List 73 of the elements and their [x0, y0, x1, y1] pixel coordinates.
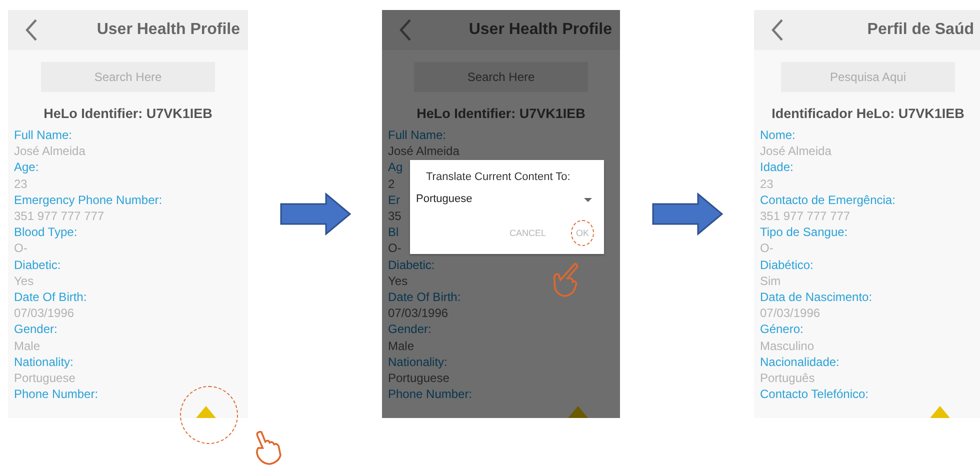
- field-value: O-: [14, 240, 28, 257]
- field-label: Nationality:: [14, 354, 74, 370]
- caret-icon: [584, 198, 592, 202]
- field-value: Portuguese: [388, 370, 450, 386]
- field-label: Phone Number:: [388, 386, 472, 402]
- field-label: Date Of Birth:: [388, 289, 461, 306]
- field-value: 07/03/1996: [388, 305, 448, 322]
- screen-title: User Health Profile: [468, 21, 612, 39]
- field-label: Nacionalidade:: [760, 354, 840, 370]
- field-label: Full Name:: [388, 127, 446, 144]
- dialog-title: Translate Current Content To:: [425, 170, 572, 183]
- field-label: Gender:: [14, 321, 58, 338]
- field-label: Diabético:: [760, 256, 814, 273]
- dialog-button[interactable]: OK: [570, 220, 594, 246]
- field-label: Gender:: [388, 321, 432, 338]
- scroll-up-button[interactable]: [568, 406, 588, 418]
- field-label: Data de Nascimento:: [760, 289, 872, 306]
- language-dropdown[interactable]: Portuguese: [416, 193, 598, 205]
- field-value: 35: [388, 208, 402, 224]
- field-value: José Almeida: [760, 143, 832, 160]
- field-value: 23: [760, 176, 774, 192]
- field-label: Idade:: [760, 159, 794, 176]
- search-field[interactable]: Search Here: [41, 62, 215, 92]
- right-arrow-icon: [280, 192, 352, 236]
- field-value: Yes: [388, 272, 408, 290]
- scroll-up-button[interactable]: [196, 406, 216, 418]
- field-value: 351 977 777 777: [14, 208, 104, 224]
- field-value: Yes: [14, 272, 34, 290]
- search-field[interactable]: Search Here: [414, 62, 588, 92]
- field-label: Nome:: [760, 127, 796, 144]
- identifier-text: HeLo Identifier: U7VK1IEB: [416, 106, 586, 121]
- field-label: Contacto Telefónico:: [760, 386, 869, 402]
- field-value: Male: [388, 338, 414, 354]
- field-value: 2: [388, 176, 395, 192]
- back-icon[interactable]: [24, 18, 38, 42]
- field-label: Phone Number:: [14, 386, 98, 402]
- field-value: O-: [760, 240, 774, 257]
- field-value: 351 977 777 777: [760, 208, 850, 224]
- dialog-button[interactable]: CANCEL: [504, 220, 551, 246]
- field-label: Nationality:: [388, 354, 448, 370]
- field-value: Português: [760, 370, 815, 386]
- field-label: Diabetic:: [388, 256, 435, 273]
- field-value: 07/03/1996: [760, 305, 820, 322]
- search-field[interactable]: Pesquisa Aqui: [781, 62, 955, 92]
- right-arrow-icon: [652, 192, 724, 236]
- field-label: Bl: [388, 224, 399, 240]
- field-label: Tipo de Sangue:: [760, 224, 848, 240]
- field-label: Emergency Phone Number:: [14, 192, 162, 208]
- field-value: Male: [14, 338, 40, 354]
- field-value: 23: [14, 176, 28, 192]
- field-label: Blood Type:: [14, 224, 78, 240]
- field-value: 07/03/1996: [14, 305, 74, 322]
- back-icon[interactable]: [770, 18, 784, 42]
- field-value: José Almeida: [14, 143, 86, 160]
- field-value: Masculino: [760, 338, 814, 354]
- screen-title: Perfil de Saúd: [867, 21, 974, 39]
- field-label: Er: [388, 192, 400, 208]
- field-label: Ag: [388, 159, 403, 176]
- field-label: Contacto de Emergência:: [760, 192, 896, 208]
- field-label: Full Name:: [14, 127, 72, 144]
- back-icon[interactable]: [398, 18, 412, 42]
- field-value: Sim: [760, 272, 781, 290]
- scroll-up-button[interactable]: [930, 406, 950, 418]
- field-label: Género:: [760, 321, 804, 338]
- field-value: José Almeida: [388, 143, 460, 160]
- field-value: Portuguese: [14, 370, 76, 386]
- identifier-text: HeLo Identifier: U7VK1IEB: [42, 106, 214, 121]
- field-value: O-: [388, 240, 402, 257]
- field-label: Date Of Birth:: [14, 289, 87, 306]
- screen-title: User Health Profile: [96, 21, 240, 39]
- field-label: Diabetic:: [14, 256, 61, 273]
- identifier-text: Identificador HeLo: U7VK1IEB: [770, 106, 966, 121]
- field-label: Age:: [14, 159, 39, 176]
